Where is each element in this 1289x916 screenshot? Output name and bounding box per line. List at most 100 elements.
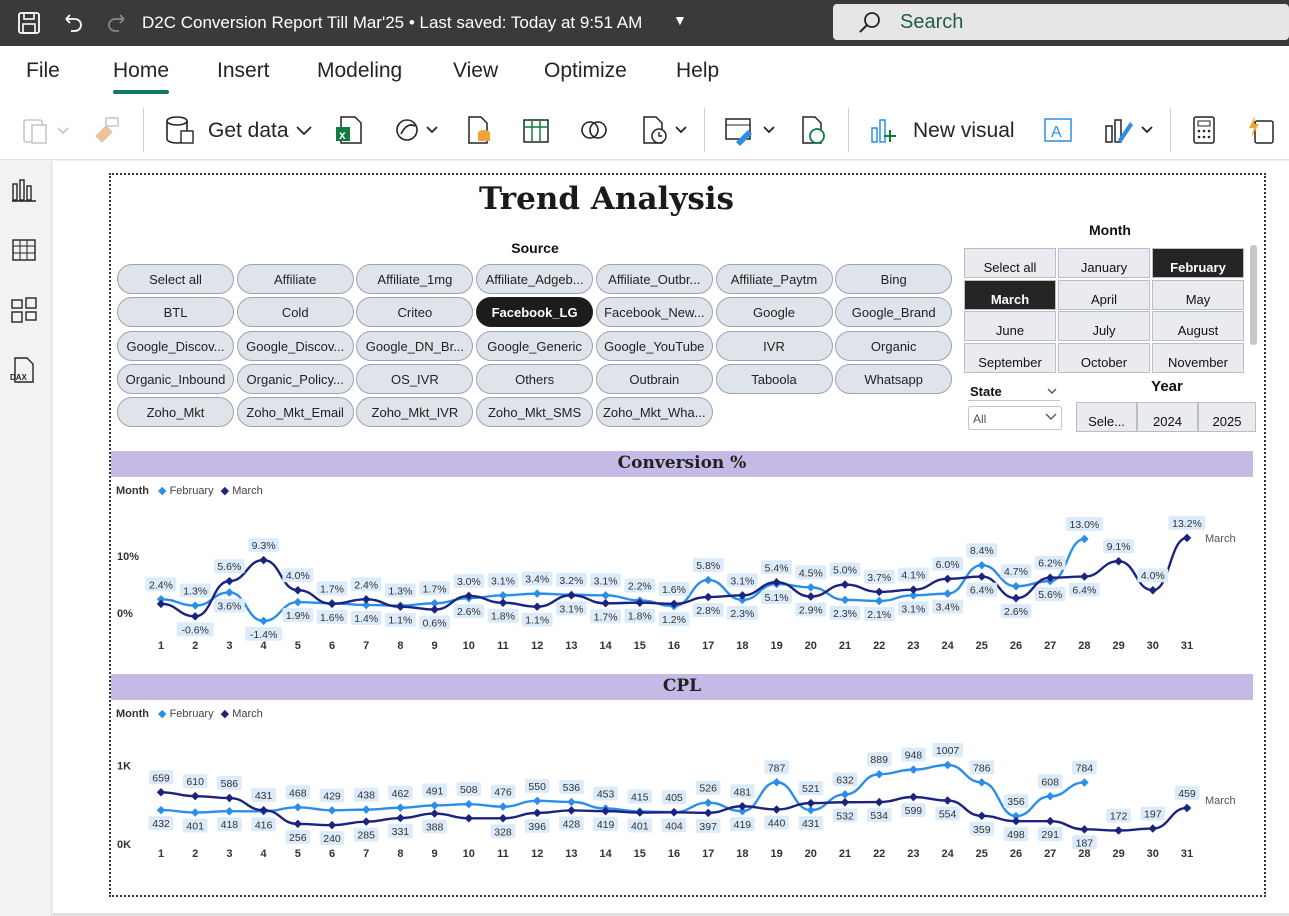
month-item[interactable]: August: [1152, 311, 1244, 341]
legend-item-february[interactable]: February: [170, 708, 214, 720]
search-input[interactable]: Search: [900, 11, 963, 34]
source-item[interactable]: Zoho_Mkt_IVR: [356, 397, 474, 428]
month-item[interactable]: March: [964, 279, 1056, 310]
source-item[interactable]: Affiliate_1mg: [356, 264, 474, 294]
chevron-down-icon[interactable]: [1044, 411, 1058, 423]
conversion-line-chart[interactable]: 0%10%1 2 3 4 5 6 7 8 9 10 11 12 13 14 15 16 17 18 19 20 21 22…: [111, 500, 1253, 660]
legend-item-march[interactable]: March: [232, 485, 263, 497]
dax-query-icon[interactable]: DAX: [10, 356, 38, 384]
source-item[interactable]: Google_YouTube: [595, 330, 713, 361]
table-view-icon[interactable]: [10, 236, 38, 264]
chevron-down-icon[interactable]: [294, 114, 314, 146]
chevron-down-icon[interactable]: ▼: [673, 12, 687, 28]
source-item[interactable]: Affiliate: [236, 264, 354, 294]
month-item[interactable]: February: [1152, 248, 1244, 278]
legend-item-february[interactable]: February: [170, 485, 214, 497]
month-slicer-scrollbar[interactable]: [1250, 245, 1257, 345]
model-view-icon[interactable]: [10, 296, 38, 324]
source-item[interactable]: Zoho_Mkt_Wha...: [595, 397, 713, 428]
recent-sources-icon[interactable]: [640, 114, 694, 146]
data-point: [840, 790, 850, 799]
search-box[interactable]: Search: [833, 4, 1289, 40]
source-item[interactable]: Cold: [236, 297, 354, 328]
month-item[interactable]: June: [964, 311, 1056, 341]
legend-item-march[interactable]: March: [232, 708, 263, 720]
chevron-down-icon[interactable]: [1046, 386, 1058, 396]
x-tick-label: 6: [329, 848, 335, 860]
menu-file[interactable]: File: [26, 59, 60, 83]
menu-help[interactable]: Help: [676, 59, 719, 83]
month-item[interactable]: September: [964, 342, 1056, 373]
source-item[interactable]: Google_Brand: [835, 297, 953, 328]
source-item[interactable]: Google: [715, 297, 833, 328]
source-item[interactable]: Google_DN_Br...: [356, 330, 474, 361]
source-item[interactable]: Criteo: [356, 297, 474, 328]
onelake-icon[interactable]: [393, 114, 445, 146]
source-item[interactable]: Whatsapp: [835, 363, 953, 394]
source-item[interactable]: Select all: [117, 264, 234, 294]
source-item[interactable]: Google_Discov...: [117, 330, 234, 361]
month-item[interactable]: May: [1152, 279, 1244, 310]
save-icon[interactable]: [16, 10, 42, 36]
source-item[interactable]: Google_Discov...: [236, 330, 354, 361]
source-item[interactable]: IVR: [715, 330, 833, 361]
source-item[interactable]: Taboola: [715, 363, 833, 394]
refresh-icon[interactable]: [798, 114, 830, 146]
source-item[interactable]: Zoho_Mkt_SMS: [476, 397, 594, 428]
x-tick-label: 6: [329, 640, 335, 652]
source-item[interactable]: Affiliate_Outbr...: [595, 264, 713, 294]
source-item[interactable]: Others: [476, 363, 594, 394]
source-item[interactable]: Facebook_LG: [476, 297, 594, 328]
source-item[interactable]: Organic_Policy...: [236, 363, 354, 394]
source-item[interactable]: Zoho_Mkt: [117, 397, 234, 428]
source-item[interactable]: Organic_Inbound: [117, 363, 234, 394]
new-visual-button[interactable]: New visual: [913, 119, 1015, 143]
source-item[interactable]: Facebook_New...: [595, 297, 713, 328]
paste-icon[interactable]: [20, 114, 72, 146]
data-point: [703, 808, 713, 818]
month-item[interactable]: Select all: [964, 248, 1056, 278]
source-item[interactable]: Affiliate_Adgeb...: [476, 264, 594, 294]
undo-icon[interactable]: [60, 10, 86, 36]
source-item[interactable]: BTL: [117, 297, 234, 328]
month-item[interactable]: April: [1058, 279, 1150, 310]
excel-icon[interactable]: x: [333, 114, 365, 146]
source-item[interactable]: OS_IVR: [356, 363, 474, 394]
source-item[interactable]: Organic: [835, 330, 953, 361]
dataverse-icon[interactable]: [578, 114, 610, 146]
y-tick-label: 0K: [117, 839, 131, 851]
format-painter-icon[interactable]: [90, 114, 122, 146]
document-title[interactable]: D2C Conversion Report Till Mar'25 • Last…: [142, 13, 642, 33]
month-item[interactable]: October: [1058, 342, 1150, 373]
more-visuals-icon[interactable]: [1102, 114, 1160, 146]
transform-data-icon[interactable]: [722, 114, 780, 146]
cpl-line-chart[interactable]: 0K1K1 2 3 4 5 6 7 8 9 10 11 12 13 14 15 16 17 18 19 20 21 22 2…: [111, 724, 1253, 864]
source-item[interactable]: Affiliate_Paytm: [715, 264, 833, 294]
new-visual-icon[interactable]: [868, 114, 900, 146]
year-item-2024[interactable]: 2024: [1137, 402, 1198, 432]
menu-modeling[interactable]: Modeling: [317, 59, 402, 83]
data-label: 481: [734, 786, 752, 798]
enter-data-icon[interactable]: [520, 114, 552, 146]
source-item[interactable]: Outbrain: [595, 363, 713, 394]
menu-optimize[interactable]: Optimize: [544, 59, 627, 83]
year-item-2025[interactable]: 2025: [1198, 402, 1256, 432]
text-box-icon[interactable]: A: [1042, 114, 1074, 146]
year-item-select-all[interactable]: Sele...: [1076, 402, 1137, 432]
source-item[interactable]: Google_Generic: [476, 330, 594, 361]
quick-measure-icon[interactable]: [1245, 114, 1277, 146]
month-item[interactable]: November: [1152, 342, 1244, 373]
menu-view[interactable]: View: [453, 59, 498, 83]
source-item[interactable]: Bing: [835, 264, 953, 294]
source-item[interactable]: Zoho_Mkt_Email: [236, 397, 354, 428]
month-item[interactable]: January: [1058, 248, 1150, 278]
sql-server-icon[interactable]: [463, 114, 495, 146]
month-item[interactable]: July: [1058, 311, 1150, 341]
menu-home[interactable]: Home: [113, 59, 170, 94]
menu-insert[interactable]: Insert: [217, 59, 270, 83]
redo-icon[interactable]: [104, 10, 130, 36]
get-data-button[interactable]: Get data: [208, 119, 289, 143]
new-measure-icon[interactable]: [1188, 114, 1220, 146]
data-label: 4.5%: [799, 567, 823, 579]
get-data-icon[interactable]: [163, 114, 197, 146]
